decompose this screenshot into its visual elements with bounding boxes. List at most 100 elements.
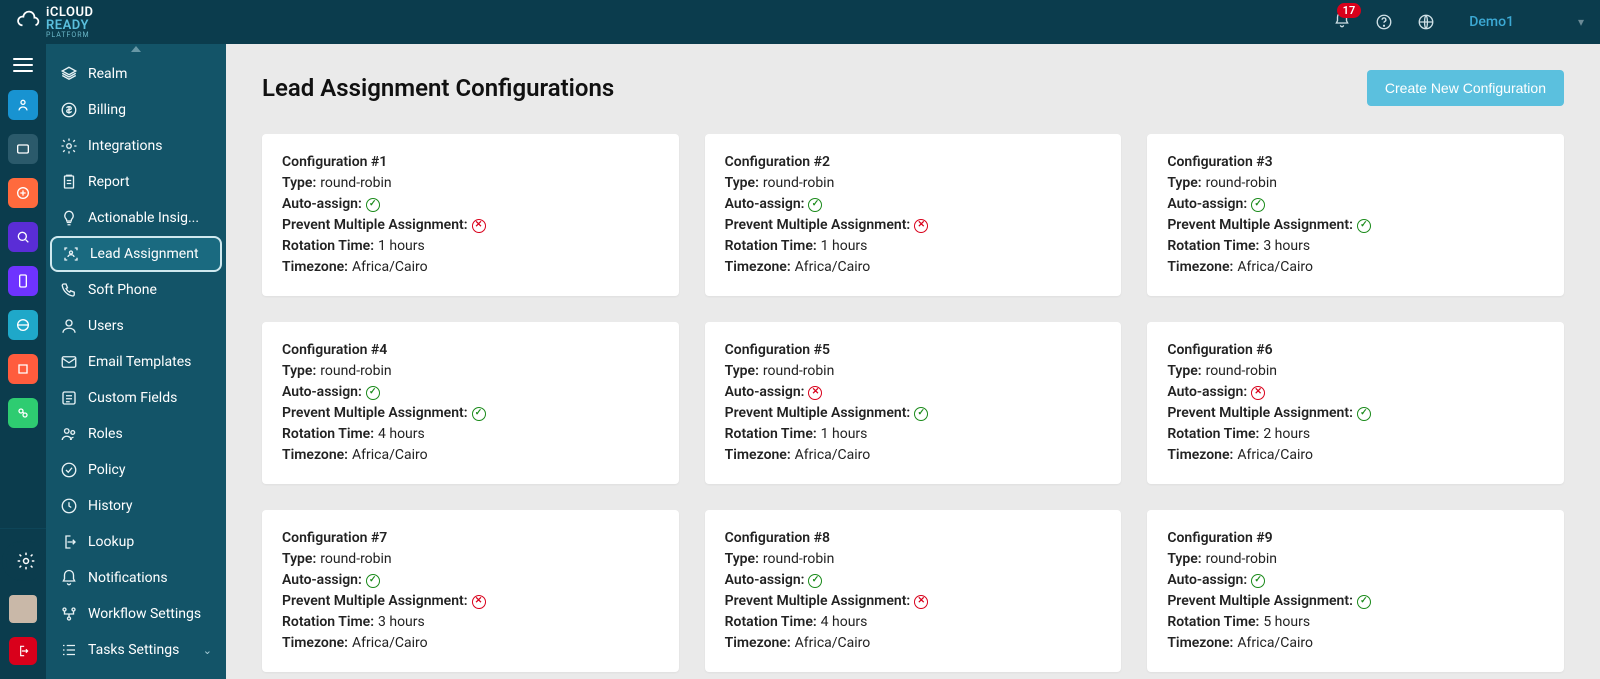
configuration-card[interactable]: Configuration #3Type: round-robinAuto-as…: [1147, 134, 1564, 296]
brand-logo: iCLOUD READY PLATFORM: [16, 6, 93, 39]
card-timezone: Timezone: Africa/Cairo: [725, 633, 1102, 654]
card-title: Configuration #5: [725, 340, 830, 361]
create-configuration-button[interactable]: Create New Configuration: [1367, 70, 1564, 106]
card-title: Configuration #4: [282, 340, 387, 361]
sidebar-item-label: Policy: [88, 462, 126, 478]
sidebar-item-integrations[interactable]: Integrations: [46, 128, 226, 164]
page-title: Lead Assignment Configurations: [262, 74, 614, 102]
sidebar-item-users[interactable]: Users: [46, 308, 226, 344]
user-menu[interactable]: Demo1: [1469, 14, 1514, 30]
card-type: Type: round-robin: [282, 361, 659, 382]
card-rotation: Rotation Time: 1 hours: [725, 236, 1102, 257]
rail-app-6[interactable]: [8, 310, 38, 340]
card-auto-assign: Auto-assign: ✓: [282, 382, 659, 403]
rail-avatar[interactable]: [9, 595, 37, 623]
card-timezone: Timezone: Africa/Cairo: [725, 445, 1102, 466]
rail-app-7[interactable]: [8, 354, 38, 384]
notification-badge: 17: [1337, 3, 1362, 18]
main-content: Lead Assignment Configurations Create Ne…: [226, 44, 1600, 679]
configuration-card[interactable]: Configuration #8Type: round-robinAuto-as…: [705, 510, 1122, 672]
sidebar-item-report[interactable]: Report: [46, 164, 226, 200]
chevron-down-icon: ⌄: [203, 644, 212, 657]
x-icon: ✕: [472, 595, 486, 609]
sidebar-item-label: Users: [88, 318, 124, 334]
configuration-card[interactable]: Configuration #7Type: round-robinAuto-as…: [262, 510, 679, 672]
card-timezone: Timezone: Africa/Cairo: [725, 257, 1102, 278]
notifications-button[interactable]: 17: [1333, 11, 1351, 33]
chevron-down-icon[interactable]: ▾: [1578, 15, 1584, 29]
sidebar-item-policy[interactable]: Policy: [46, 452, 226, 488]
shield-icon: [60, 461, 78, 479]
configuration-card[interactable]: Configuration #4Type: round-robinAuto-as…: [262, 322, 679, 484]
configuration-card[interactable]: Configuration #2Type: round-robinAuto-as…: [705, 134, 1122, 296]
sidebar-item-soft-phone[interactable]: Soft Phone: [46, 272, 226, 308]
card-timezone: Timezone: Africa/Cairo: [282, 257, 659, 278]
sidebar-item-email-templates[interactable]: Email Templates: [46, 344, 226, 380]
sidebar-item-label: Tasks Settings: [88, 642, 179, 658]
configuration-card[interactable]: Configuration #5Type: round-robinAuto-as…: [705, 322, 1122, 484]
check-icon: ✓: [366, 386, 380, 400]
globe-icon[interactable]: [1417, 13, 1435, 31]
rail-app-3[interactable]: [8, 178, 38, 208]
sidebar-item-history[interactable]: History: [46, 488, 226, 524]
card-timezone: Timezone: Africa/Cairo: [282, 445, 659, 466]
sidebar-item-workflow-settings[interactable]: Workflow Settings: [46, 596, 226, 632]
sidebar-item-custom-fields[interactable]: Custom Fields: [46, 380, 226, 416]
sidebar-item-lead-assignment[interactable]: Lead Assignment: [52, 238, 220, 270]
menu-toggle[interactable]: [13, 58, 33, 72]
rail-app-5[interactable]: [8, 266, 38, 296]
layers-icon: [60, 65, 78, 83]
sidebar-item-label: Lookup: [88, 534, 134, 550]
rail-app-2[interactable]: [8, 134, 38, 164]
sidebar-item-label: Custom Fields: [88, 390, 177, 406]
card-rotation: Rotation Time: 1 hours: [282, 236, 659, 257]
tasks-icon: [60, 641, 78, 659]
card-type: Type: round-robin: [725, 173, 1102, 194]
card-rotation: Rotation Time: 3 hours: [282, 612, 659, 633]
card-type: Type: round-robin: [1167, 549, 1544, 570]
card-title: Configuration #9: [1167, 528, 1272, 549]
help-icon[interactable]: [1375, 13, 1393, 31]
check-icon: ✓: [1251, 198, 1265, 212]
rail-logout[interactable]: [9, 637, 37, 665]
card-prevent-multiple: Prevent Multiple Assignment: ✓: [1167, 215, 1544, 236]
rail-app-8[interactable]: [8, 398, 38, 428]
rail-app-1[interactable]: [8, 90, 38, 120]
sidebar-item-tasks-settings[interactable]: Tasks Settings ⌄: [46, 632, 226, 668]
sidebar-item-notifications[interactable]: Notifications: [46, 560, 226, 596]
sidebar-item-label: Roles: [88, 426, 123, 442]
sidebar-item-roles[interactable]: Roles: [46, 416, 226, 452]
check-icon: ✓: [366, 198, 380, 212]
configuration-card[interactable]: Configuration #9Type: round-robinAuto-as…: [1147, 510, 1564, 672]
rail-app-4[interactable]: [8, 222, 38, 252]
card-timezone: Timezone: Africa/Cairo: [1167, 445, 1544, 466]
check-icon: ✓: [914, 407, 928, 421]
card-prevent-multiple: Prevent Multiple Assignment: ✕: [282, 591, 659, 612]
roles-icon: [60, 425, 78, 443]
card-prevent-multiple: Prevent Multiple Assignment: ✕: [282, 215, 659, 236]
sidebar-item-realm[interactable]: Realm: [46, 56, 226, 92]
sidebar-item-billing[interactable]: Billing: [46, 92, 226, 128]
icon-rail: [0, 44, 46, 679]
bulb-icon: [60, 209, 78, 227]
sidebar-item-label: Email Templates: [88, 354, 191, 370]
gear-icon: [60, 137, 78, 155]
card-type: Type: round-robin: [725, 549, 1102, 570]
configuration-card[interactable]: Configuration #1Type: round-robinAuto-as…: [262, 134, 679, 296]
sidebar-item-label: Soft Phone: [88, 282, 157, 298]
card-auto-assign: Auto-assign: ✓: [282, 194, 659, 215]
sidebar-item-actionable-insig-[interactable]: Actionable Insig...: [46, 200, 226, 236]
configuration-card[interactable]: Configuration #6Type: round-robinAuto-as…: [1147, 322, 1564, 484]
sidebar-item-lookup[interactable]: Lookup: [46, 524, 226, 560]
phone-icon: [60, 281, 78, 299]
card-rotation: Rotation Time: 4 hours: [725, 612, 1102, 633]
card-title: Configuration #2: [725, 152, 830, 173]
rail-settings[interactable]: [6, 541, 46, 581]
form-icon: [60, 389, 78, 407]
check-icon: ✓: [808, 574, 822, 588]
brand-line3: PLATFORM: [46, 32, 93, 39]
sidebar-item-label: Report: [88, 174, 130, 190]
sidebar-item-label: Integrations: [88, 138, 162, 154]
card-timezone: Timezone: Africa/Cairo: [282, 633, 659, 654]
scan-icon: [62, 245, 80, 263]
